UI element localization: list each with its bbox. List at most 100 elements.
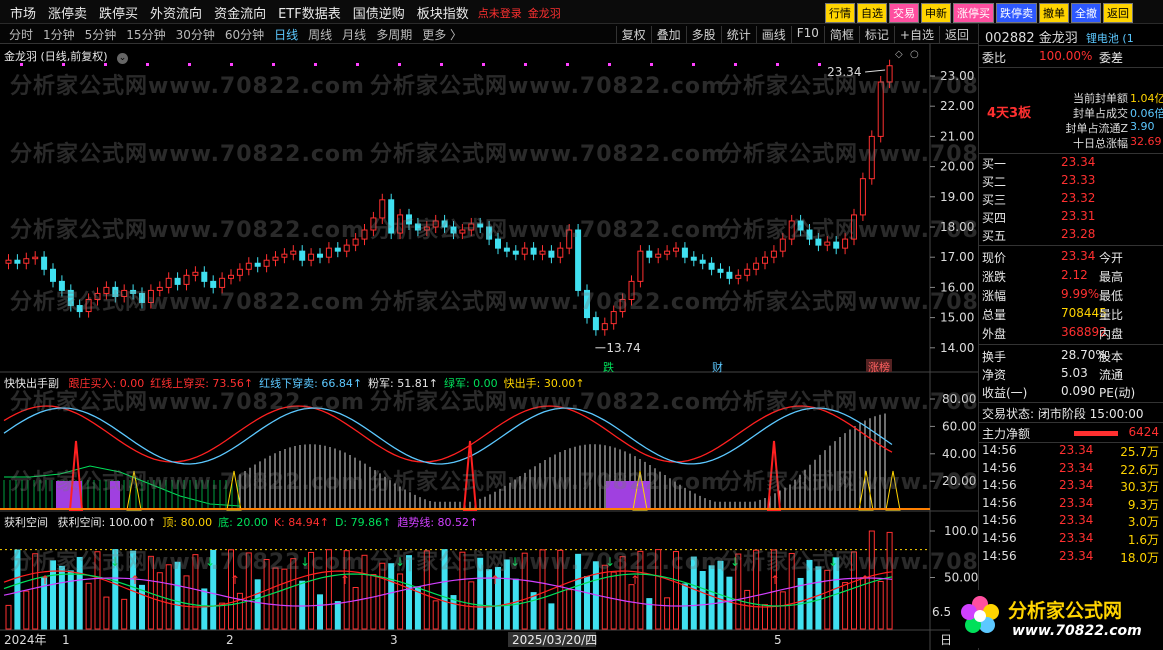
tick-volume: 18.0万 [1120,550,1159,565]
ind2-bar [584,576,590,630]
tool-button-0[interactable]: 复权 [615,26,651,43]
bid-row[interactable]: 买五 23.28 [979,227,1163,245]
limit-up-buy-button[interactable]: 涨停买 [953,3,994,23]
quote-button[interactable]: 行情 [825,3,855,23]
candle-body [308,253,315,261]
kline-chart-area[interactable]: 23.00 22.00 21.00 20.00 19.00 18.00 17.00 16.00… [0,44,1074,650]
signal-dot [566,63,569,66]
back-button[interactable]: 返回 [1103,3,1133,23]
tool-button-8[interactable]: +自选 [893,26,939,43]
indicator1-name[interactable]: 快快出手副 [4,377,59,390]
menu-capital-flow[interactable]: 资金流向 [208,3,272,22]
candle-body [94,292,101,300]
bid-row[interactable]: 买四 23.31 [979,209,1163,227]
ind1-purple-block [56,481,82,510]
ind2-bar [192,554,199,630]
candle-body [619,298,626,313]
indicator2-value: D: 79.86↑ [334,516,392,529]
period-tab-2[interactable]: 5分钟 [80,26,122,43]
period-tab-3[interactable]: 15分钟 [121,26,170,43]
event-marker: 财 [712,360,723,374]
cancel-all-button[interactable]: 全撤 [1071,3,1101,23]
ind2-bar [103,596,110,630]
ind2-bar [779,591,786,630]
candle-body [717,268,724,273]
tool-button-6[interactable]: 简框 [823,26,859,43]
period-tab-7[interactable]: 周线 [303,26,337,43]
ind2-bar [334,601,341,630]
ind2-bar [228,549,234,630]
tool-button-2[interactable]: 多股 [685,26,721,43]
top-menu-bar: 市场 涨停卖 跌停买 外资流向 资金流向 ETF数据表 国债逆购 板块指数 点未… [0,0,1163,24]
quote-value: 23.34 [1061,249,1096,263]
ipo-button[interactable]: 申新 [921,3,951,23]
fin-value: 5.03 [1061,366,1088,380]
stock-concept-tag[interactable]: 锂电池 (1 [1086,32,1134,45]
kline-svg: 23.00 22.00 21.00 20.00 19.00 18.00 17.00 16.00… [0,44,978,650]
bid-row[interactable]: 买二 23.33 [979,173,1163,191]
login-status[interactable]: 点未登录 [475,3,525,22]
ind2-bar [352,587,359,630]
menu-limit-up-sell[interactable]: 涨停卖 [42,3,93,22]
period-tab-10[interactable]: 更多 〉 [417,26,467,43]
ind2-bar [343,550,350,630]
period-tab-6[interactable]: 日线 [269,26,303,43]
menu-market[interactable]: 市场 [4,3,42,22]
ind2-bar [673,551,679,630]
bid-price: 23.33 [1061,173,1096,187]
ind2-bar [317,594,323,630]
tool-button-5[interactable]: F10 [790,26,824,43]
price-tick-label: 23.00 [940,69,974,83]
ind2-bar [628,584,635,630]
tick-price: 23.34 [1059,530,1094,545]
main-flow-value: 6424 [1128,425,1159,439]
cancel-order-button[interactable]: 撤单 [1039,3,1069,23]
tool-button-1[interactable]: 叠加 [650,26,686,43]
seal-stat-value: 1.04亿 [1130,92,1163,105]
menu-etf-table[interactable]: ETF数据表 [272,3,347,22]
chart-tools: 复权 叠加 多股 统计 画线 F10 简框 标记 +自选 返回 [615,26,974,43]
indicator1-value: 绿军: 0.00 [443,377,498,390]
ind1-cyan-line [3,407,893,465]
indicator2-name[interactable]: 获利空间 [4,516,48,529]
menu-repo[interactable]: 国债逆购 [347,3,411,22]
period-tab-9[interactable]: 多周期 [371,26,417,43]
bid-row[interactable]: 买三 23.32 [979,191,1163,209]
main-flow-bar [1074,431,1118,436]
period-tab-4[interactable]: 30分钟 [171,26,220,43]
candle-body [236,268,243,276]
candle-body [210,280,217,288]
period-tab-1[interactable]: 1分钟 [38,26,80,43]
menu-sector-index[interactable]: 板块指数 [411,3,475,22]
period-tab-8[interactable]: 月线 [337,26,371,43]
trade-button[interactable]: 交易 [889,3,919,23]
tool-button-3[interactable]: 统计 [720,26,756,43]
tool-button-4[interactable]: 画线 [755,26,791,43]
ind2-bar [441,549,448,630]
bid-row[interactable]: 买一 23.34 [979,155,1163,173]
watchlist-button[interactable]: 自选 [857,3,887,23]
ind2-bar [886,531,893,630]
tool-button-7[interactable]: 标记 [858,26,894,43]
candle-body [530,247,537,255]
indicator2-value: 顶: 80.00 [162,516,213,529]
menu-foreign-flow[interactable]: 外资流向 [144,3,208,22]
stock-code: 002882 [985,31,1035,46]
period-tab-5[interactable]: 60分钟 [220,26,269,43]
flower-logo-icon [961,596,999,633]
cursor-date: 2025/03/20/四 [512,633,597,647]
limit-down-sell-button[interactable]: 跌停卖 [996,3,1037,23]
candle-body [76,305,83,313]
tool-button-9[interactable]: 返回 [938,26,974,43]
candle-body [139,292,145,304]
ind2-bar [637,550,644,630]
period-tab-0[interactable]: 分时 [4,26,38,43]
signal-dot [272,63,275,66]
tick-volume: 1.6万 [1127,532,1159,547]
x-axis-month: 2 [226,633,234,647]
candle-body [477,223,484,228]
candle-body [788,220,795,240]
menu-limit-down-buy[interactable]: 跌停买 [93,3,144,22]
chart-menu-chevron-icon[interactable]: ⌄ [117,53,129,64]
ind2-bar [646,598,653,630]
